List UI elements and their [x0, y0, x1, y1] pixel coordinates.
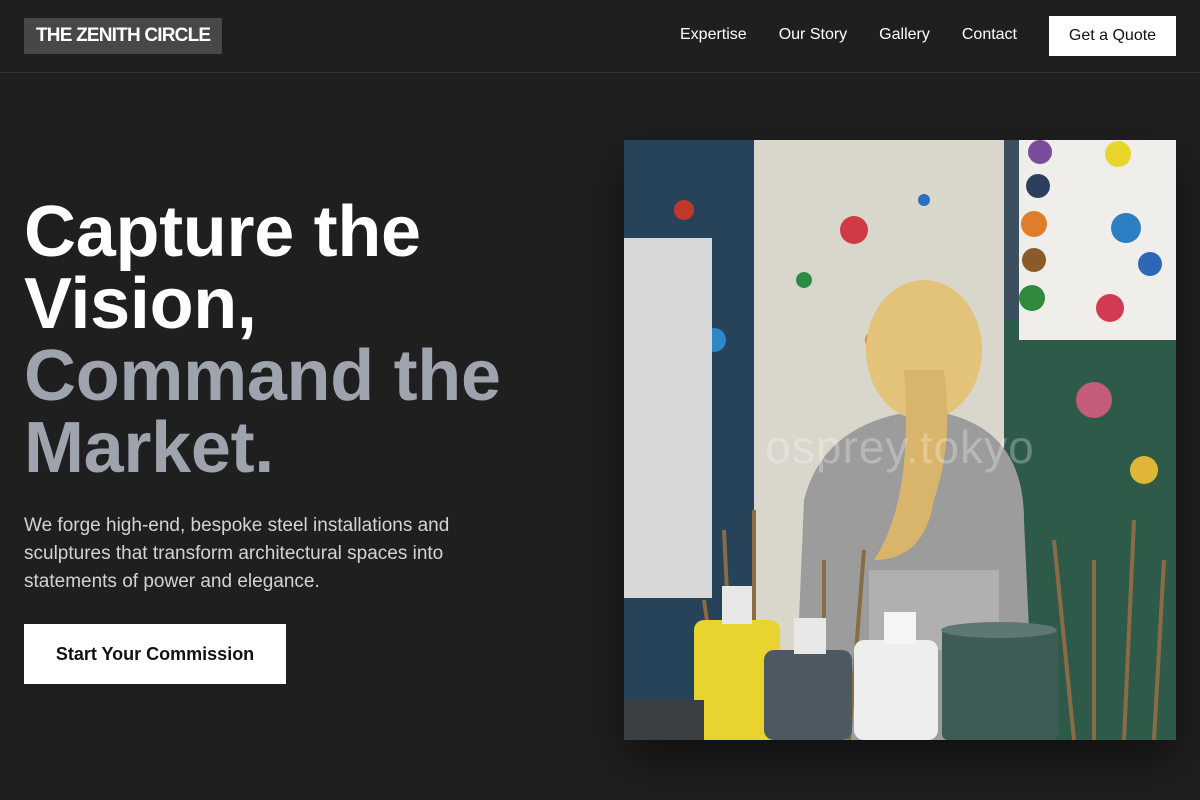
get-a-quote-button[interactable]: Get a Quote: [1049, 16, 1176, 56]
nav-link-contact[interactable]: Contact: [962, 25, 1017, 45]
headline-line-3: Command the: [24, 336, 501, 416]
hero-subtext: We forge high-end, bespoke steel install…: [24, 515, 450, 592]
hero-section: Capture the Vision, Command the Market. …: [24, 196, 564, 596]
hero-headline: Capture the Vision, Command the Market.: [24, 196, 564, 484]
image-watermark: osprey.tokyo: [765, 421, 1035, 473]
hero-image: osprey.tokyo: [624, 140, 1176, 740]
nav-links: Expertise Our Story Gallery Contact: [680, 25, 1017, 45]
nav-link-expertise[interactable]: Expertise: [680, 25, 747, 45]
navbar: THE ZENITH CIRCLE Expertise Our Story Ga…: [0, 0, 1200, 73]
start-commission-button[interactable]: Start Your Commission: [24, 624, 286, 684]
headline-line-4: Market.: [24, 408, 275, 488]
nav-link-our-story[interactable]: Our Story: [779, 25, 847, 45]
headline-line-2: Vision,: [24, 264, 257, 344]
headline-line-1: Capture the: [24, 192, 421, 272]
site-logo[interactable]: THE ZENITH CIRCLE: [24, 18, 223, 54]
nav-link-gallery[interactable]: Gallery: [879, 25, 930, 45]
